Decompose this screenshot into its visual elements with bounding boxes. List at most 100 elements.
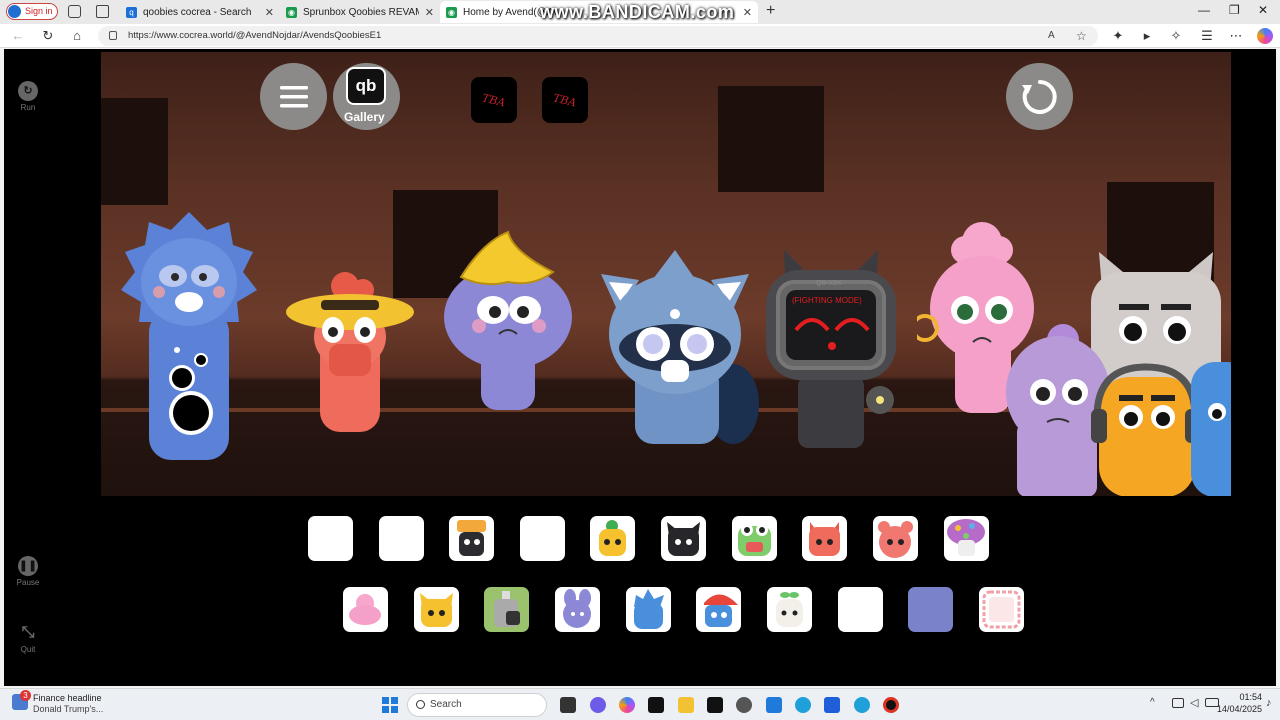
- avatar-icon: [8, 5, 21, 18]
- bandicam-record-icon[interactable]: [883, 697, 899, 713]
- extension-icon[interactable]: ✦: [1110, 28, 1126, 44]
- wall-window: [718, 86, 824, 192]
- palette-slot-empty[interactable]: [838, 587, 883, 632]
- tiktok-2-icon[interactable]: [707, 697, 723, 713]
- palette-slot-yellow-sprout[interactable]: [590, 516, 635, 561]
- palette-slot-empty[interactable]: [379, 516, 424, 561]
- home-icon[interactable]: ⌂: [69, 28, 85, 44]
- palette-slot-slate-blue[interactable]: [908, 587, 953, 632]
- file-explorer-icon[interactable]: [678, 697, 694, 713]
- task-view-icon[interactable]: [560, 697, 576, 713]
- character-blue-spiky[interactable]: [119, 210, 259, 465]
- tba-button-2[interactable]: TBA: [542, 77, 588, 123]
- close-window-button[interactable]: ✕: [1258, 3, 1268, 17]
- hamburger-icon: [279, 85, 308, 107]
- clock-date[interactable]: 14/04/2025: [1206, 704, 1262, 714]
- robot-model-label: QB-X9X: [816, 280, 842, 287]
- palette-slot-green-bottle[interactable]: [484, 587, 529, 632]
- news-badge: 3: [20, 690, 31, 701]
- character-blue-raccoon[interactable]: [583, 244, 773, 454]
- quit-button[interactable]: ⤡ Quit: [4, 623, 52, 654]
- palette-slot-mushroom[interactable]: [944, 516, 989, 561]
- extensions-puzzle-icon[interactable]: ✧: [1168, 28, 1184, 44]
- favorites-icon[interactable]: ☰: [1199, 28, 1215, 44]
- reset-button[interactable]: [1006, 63, 1073, 130]
- url-text: https://www.cocrea.world/@AvendNojdar/Av…: [128, 30, 382, 41]
- tiktok-icon[interactable]: [648, 697, 664, 713]
- cocrea-favicon-icon: ◉: [286, 6, 297, 18]
- reset-icon: [1021, 79, 1057, 114]
- close-tab-icon[interactable]: ✕: [743, 6, 752, 19]
- address-bar[interactable]: https://www.cocrea.world/@AvendNojdar/Av…: [98, 26, 1098, 46]
- news-subtitle: Donald Trump's...: [33, 704, 104, 714]
- character-blue-edge[interactable]: [1191, 352, 1231, 496]
- palette-slot-empty[interactable]: [308, 516, 353, 561]
- close-tab-icon[interactable]: ✕: [265, 6, 274, 19]
- red-horns-icon: [809, 522, 840, 556]
- news-title[interactable]: Finance headline: [33, 693, 102, 703]
- pause-button[interactable]: ❚❚ Pause: [4, 556, 52, 587]
- character-red-mushroom[interactable]: [285, 272, 415, 442]
- clock-time[interactable]: 01:54: [1222, 692, 1262, 702]
- network-icon[interactable]: [1172, 698, 1184, 708]
- start-windows-icon[interactable]: [382, 697, 398, 713]
- character-orange-headphones[interactable]: [1091, 357, 1201, 496]
- palette-slot-red-bear[interactable]: [873, 516, 918, 561]
- edge-icon[interactable]: [795, 697, 811, 713]
- palette-slot-yellow-cat[interactable]: [414, 587, 459, 632]
- store-icon[interactable]: [824, 697, 840, 713]
- bandicam-watermark: www.BANDICAM.com: [540, 2, 735, 22]
- tba-button-1[interactable]: TBA: [471, 77, 517, 123]
- settings-app-icon[interactable]: [736, 697, 752, 713]
- restore-button[interactable]: ❐: [1229, 3, 1240, 17]
- menu-button[interactable]: [260, 63, 327, 130]
- palette-slot-white-sprout[interactable]: [767, 587, 812, 632]
- copilot-icon[interactable]: [1257, 28, 1273, 44]
- tab-actions-icon[interactable]: [96, 5, 109, 18]
- edge-active-icon[interactable]: [854, 697, 870, 713]
- minimize-button[interactable]: —: [1198, 3, 1210, 17]
- tray-chevron-icon[interactable]: ^: [1150, 697, 1155, 708]
- palette-slot-red-scribble[interactable]: [979, 587, 1024, 632]
- palette-slot-black-cat[interactable]: [661, 516, 706, 561]
- white-sprout-icon: [776, 592, 803, 627]
- character-purple-banana[interactable]: [443, 222, 573, 417]
- volume-icon[interactable]: ◁: [1190, 696, 1198, 709]
- palette-slot-red-cap[interactable]: [696, 587, 741, 632]
- refresh-icon[interactable]: ↻: [40, 28, 56, 44]
- character-robot-cat[interactable]: QB-X9X (FIGHTING MODE): [756, 240, 906, 455]
- back-arrow-icon[interactable]: ←: [10, 28, 26, 44]
- notification-bell-icon[interactable]: ♪: [1266, 697, 1272, 709]
- palette-slot-red-horns[interactable]: [802, 516, 847, 561]
- pause-icon: ❚❚: [18, 556, 38, 576]
- gallery-logo-icon: qb: [346, 67, 386, 105]
- taskbar-search-box[interactable]: Search: [407, 693, 547, 717]
- palette-slot-frog[interactable]: [732, 516, 777, 561]
- tab-search[interactable]: q qoobies cocrea - Search ✕: [120, 1, 280, 23]
- yellow-sprout-icon: [599, 520, 626, 556]
- close-tab-icon[interactable]: ✕: [425, 6, 434, 19]
- gallery-label: Gallery: [344, 110, 385, 124]
- read-aloud-icon[interactable]: A: [1048, 26, 1055, 46]
- profile-button[interactable]: Sign in: [6, 3, 58, 20]
- copilot-taskbar-icon[interactable]: [619, 697, 635, 713]
- chat-app-icon[interactable]: [590, 697, 606, 713]
- palette-slot-dark-hat[interactable]: [449, 516, 494, 561]
- palette-slot-empty[interactable]: [520, 516, 565, 561]
- run-button[interactable]: ↻ Run: [4, 81, 52, 112]
- news-widget-icon[interactable]: 3: [12, 690, 31, 710]
- palette-slot-pink-blob[interactable]: [343, 587, 388, 632]
- play-extension-icon[interactable]: ▸: [1139, 28, 1155, 44]
- palette-slot-purple-bunny[interactable]: [555, 587, 600, 632]
- lock-icon: [109, 31, 117, 40]
- vscode-icon[interactable]: [766, 697, 782, 713]
- palette-slot-blue-spike[interactable]: [626, 587, 671, 632]
- quit-icon: ⤡: [21, 624, 35, 641]
- more-menu-icon[interactable]: ⋯: [1228, 28, 1244, 44]
- tab-sprunbox[interactable]: ◉ Sprunbox Qoobies REVAMPED! b ✕: [280, 1, 440, 23]
- gallery-button[interactable]: qb Gallery: [333, 63, 400, 130]
- new-tab-button[interactable]: +: [766, 2, 775, 20]
- game-stage[interactable]: qb Gallery TBA TBA QB-X9X (FIGHTING MODE…: [101, 52, 1231, 496]
- workspaces-icon[interactable]: [68, 5, 81, 18]
- favorite-star-icon[interactable]: ☆: [1076, 26, 1087, 46]
